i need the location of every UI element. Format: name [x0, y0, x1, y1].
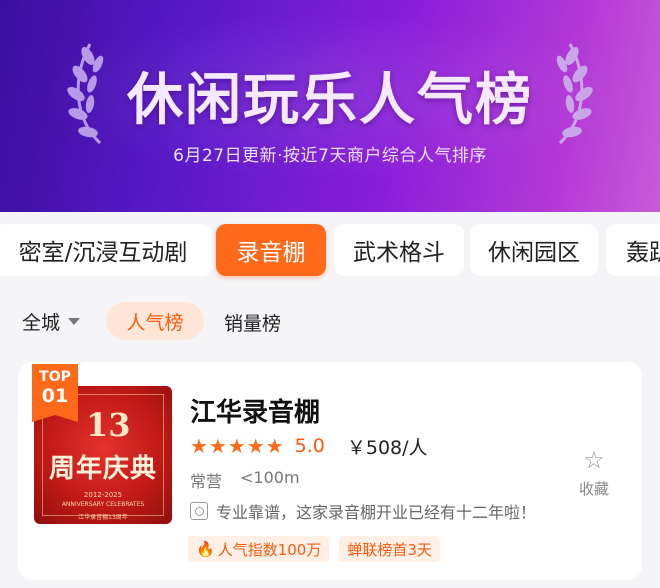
avg-price: ￥508/人 [346, 436, 428, 459]
rank-badge: TOP 01 [32, 364, 78, 422]
star-rating-icon: ★★★★★ [190, 434, 285, 458]
thumbnail-headline: 周年庆典 [48, 454, 157, 484]
star-outline-icon: ☆ [583, 446, 605, 474]
rank-badge-number: 01 [41, 385, 69, 407]
review-icon [190, 502, 208, 520]
popularity-tag: 🔥 人气指数100万 [188, 536, 330, 562]
popularity-tag-text: 人气指数100万 [217, 540, 322, 559]
favorite-label: 收藏 [578, 480, 609, 498]
tab-martial-arts[interactable]: 武术格斗 [334, 224, 464, 276]
city-filter[interactable]: 全城 [22, 308, 81, 335]
favorite-button[interactable]: ☆ 收藏 [574, 448, 614, 499]
tab-escape-room[interactable]: 密室/沉浸互动剧 [0, 224, 212, 276]
review-row: 专业靠谱，这家录音棚开业已经有十二年啦！ [190, 499, 536, 523]
shop-card[interactable]: 13 周年庆典 2012-2025 ANNIVERSARY CELEBRATES… [18, 362, 642, 580]
rank-badge-top: TOP [39, 369, 71, 385]
city-label: 全城 [22, 312, 61, 334]
sales-rank-tab[interactable]: 销量榜 [224, 309, 281, 336]
caret-down-icon [68, 318, 81, 325]
review-text: 专业靠谱，这家录音棚开业已经有十二年啦！ [216, 503, 537, 522]
tag-list: 🔥 人气指数100万 蝉联榜首3天 [188, 536, 450, 562]
thumbnail-years: 2012-2025 [83, 491, 123, 499]
rating-row: ★★★★★ 5.0 ￥508/人 [190, 434, 428, 459]
streak-tag-text: 蝉联榜首3天 [347, 540, 432, 559]
thumbnail-caption: 江华录音棚13周年 [78, 514, 128, 521]
location-row: 常营 <100m [190, 468, 300, 492]
rating-score: 5.0 [294, 435, 325, 457]
tab-recording-studio[interactable]: 录音棚 [216, 224, 326, 276]
flame-icon: 🔥 [196, 540, 215, 558]
streak-tag: 蝉联榜首3天 [339, 536, 440, 562]
distance-label: <100m [240, 468, 300, 487]
page-title: 休闲玩乐人气榜 [127, 68, 533, 133]
popular-rank-tab[interactable]: 人气榜 [106, 302, 204, 340]
thumbnail-english: ANNIVERSARY CELEBRATES [61, 501, 145, 508]
sort-bar: 全城 人气榜 销量榜 [0, 290, 660, 352]
category-tabs: 密室/沉浸互动剧 录音棚 武术格斗 休闲园区 轰趴 [0, 212, 660, 290]
area-label: 常营 [190, 472, 223, 491]
thumbnail-number: 13 [86, 406, 131, 444]
header-banner: 休闲玩乐人气榜 6月27日更新·按近7天商户综合人气排序 [0, 0, 660, 212]
tab-leisure-park[interactable]: 休闲园区 [470, 224, 598, 276]
shop-name[interactable]: 江华录音棚 [190, 392, 320, 429]
tab-party[interactable]: 轰趴 [606, 224, 660, 276]
update-note: 6月27日更新·按近7天商户综合人气排序 [173, 146, 487, 166]
